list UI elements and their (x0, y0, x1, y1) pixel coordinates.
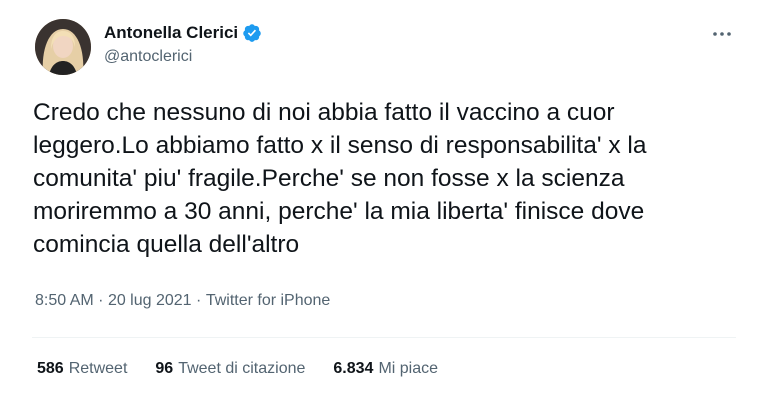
likes-label: Mi piace (378, 360, 439, 377)
tweet-date[interactable]: 20 lug 2021 (108, 292, 192, 310)
tweet-time[interactable]: 8:50 AM (35, 292, 94, 310)
meta-separator: · (98, 292, 104, 309)
quotes-label: Tweet di citazione (178, 360, 306, 377)
tweet-text: Credo che nessuno di noi abbia fatto il … (33, 99, 647, 258)
name-row: Antonella Clerici (104, 23, 262, 43)
divider-top (32, 337, 736, 338)
tweet-card: Antonella Clerici @antoclerici Credo che… (0, 0, 768, 400)
display-name[interactable]: Antonella Clerici (104, 23, 238, 43)
handle[interactable]: @antoclerici (104, 48, 262, 66)
tweet-source[interactable]: Twitter for iPhone (206, 292, 331, 310)
avatar[interactable] (35, 19, 91, 75)
quotes-stat[interactable]: 96 Tweet di citazione (155, 360, 305, 378)
engagement-stats: 586 Retweet 96 Tweet di citazione 6.834 … (37, 360, 438, 378)
tweet-meta: 8:50 AM · 20 lug 2021 · Twitter for iPho… (35, 292, 330, 310)
more-options-icon[interactable] (710, 24, 734, 44)
retweets-count: 586 (37, 360, 64, 377)
verified-badge-icon (242, 23, 262, 43)
retweets-stat[interactable]: 586 Retweet (37, 360, 127, 378)
quotes-count: 96 (155, 360, 174, 377)
likes-stat[interactable]: 6.834 Mi piace (333, 360, 438, 378)
avatar-image (35, 19, 91, 75)
tweet-header: Antonella Clerici @antoclerici (104, 23, 262, 66)
retweets-label: Retweet (68, 360, 128, 377)
likes-count: 6.834 (333, 360, 374, 377)
meta-separator: · (196, 292, 202, 309)
